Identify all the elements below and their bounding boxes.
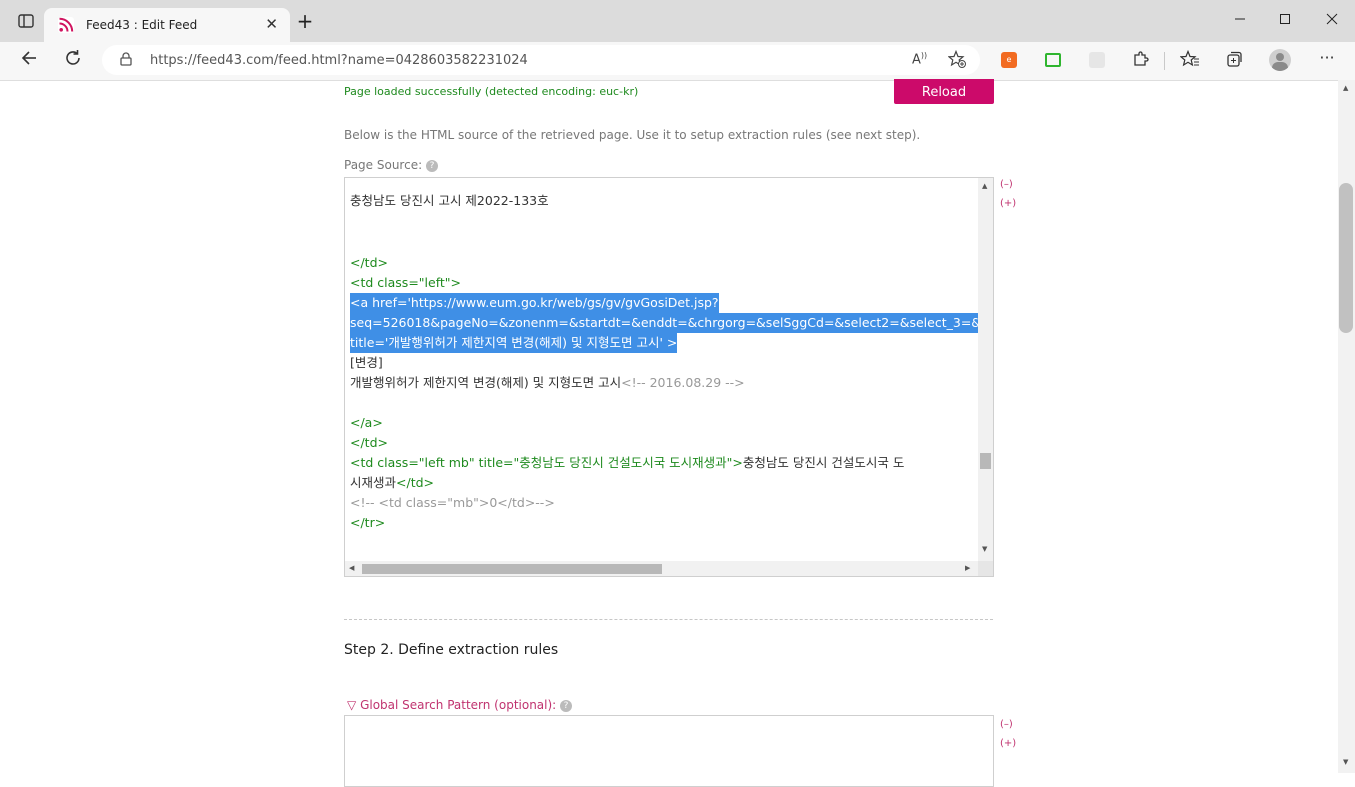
source-comment: <!-- 2016.08.29 --> bbox=[621, 375, 745, 390]
page-scroll-down-icon[interactable]: ▼ bbox=[1343, 758, 1348, 766]
source-horizontal-scrollbar[interactable]: ◀ ▶ bbox=[345, 561, 978, 576]
source-line: </tr> bbox=[350, 515, 386, 530]
source-line: <td class="left mb" title="충청남도 당진시 건설도시… bbox=[350, 453, 904, 473]
page-source-textarea[interactable]: 충청남도 당진시 고시 제2022-133호 </td> <td class="… bbox=[344, 177, 994, 577]
toolbar-separator bbox=[1164, 52, 1165, 70]
browser-tab[interactable]: Feed43 : Edit Feed ✕ bbox=[44, 8, 290, 42]
source-tag: </td> bbox=[396, 475, 435, 490]
source-line-selected: title='개발행위허가 제한지역 변경(해제) 및 지형도면 고시' > bbox=[350, 333, 678, 353]
intro-text: Below is the HTML source of the retrieve… bbox=[344, 128, 921, 142]
favorites-icon[interactable] bbox=[1179, 49, 1200, 71]
page-scrollbar-thumb[interactable] bbox=[1339, 183, 1353, 333]
status-message: Page loaded successfully (detected encod… bbox=[344, 85, 639, 98]
scroll-right-icon[interactable]: ▶ bbox=[965, 564, 970, 572]
page-scroll-up-icon[interactable]: ▲ bbox=[1343, 84, 1348, 92]
more-menu-icon[interactable]: ··· bbox=[1316, 48, 1338, 70]
source-line: 충청남도 당진시 고시 제2022-133호 bbox=[350, 193, 549, 208]
source-vertical-thumb[interactable] bbox=[980, 453, 991, 469]
source-text: 개발행위허가 제한지역 변경(해제) 및 지형도면 고시 bbox=[350, 375, 622, 390]
collapse-source-button[interactable]: (–) bbox=[1000, 179, 1013, 190]
source-line: 개발행위허가 제한지역 변경(해제) 및 지형도면 고시<!-- 2016.08… bbox=[350, 373, 745, 393]
source-text: 시재생과 bbox=[350, 475, 397, 490]
section-divider bbox=[344, 619, 993, 620]
refresh-icon[interactable] bbox=[62, 49, 84, 71]
toggle-triangle-icon[interactable]: ▽ bbox=[347, 698, 356, 712]
global-search-pattern-label[interactable]: ▽ Global Search Pattern (optional): ? bbox=[347, 698, 573, 712]
step2-title: Step 2. Define extraction rules bbox=[344, 642, 559, 658]
new-tab-icon[interactable]: + bbox=[294, 11, 316, 33]
scroll-up-icon[interactable]: ▲ bbox=[982, 182, 987, 190]
source-line: <!-- <td class="mb">0</td>--> bbox=[350, 495, 555, 510]
help-icon[interactable]: ? bbox=[425, 159, 438, 172]
source-line-selected: <a href='https://www.eum.go.kr/web/gs/gv… bbox=[350, 293, 719, 313]
extension-orange-icon[interactable]: e bbox=[1001, 52, 1017, 68]
tab-close-icon[interactable]: ✕ bbox=[265, 16, 278, 32]
url-text: https://feed43.com/feed.html?name=042860… bbox=[150, 53, 528, 68]
source-vertical-scrollbar[interactable]: ▲ ▼ bbox=[978, 178, 993, 561]
source-line: [변경] bbox=[350, 355, 383, 370]
page-source-label-text: Page Source: bbox=[344, 158, 423, 172]
rss-icon bbox=[58, 17, 74, 36]
global-search-pattern-textarea[interactable] bbox=[344, 715, 994, 787]
window-close-icon[interactable] bbox=[1320, 11, 1344, 31]
source-horizontal-thumb[interactable] bbox=[362, 564, 662, 574]
source-line: </a> bbox=[350, 415, 383, 430]
extensions-puzzle-icon[interactable] bbox=[1132, 50, 1150, 71]
source-line-selected: seq=526018&pageNo=&zonenm=&startdt=&endd… bbox=[350, 313, 982, 333]
lock-icon bbox=[120, 52, 132, 69]
minimize-icon[interactable] bbox=[1228, 11, 1252, 31]
extension-gray-icon[interactable] bbox=[1089, 52, 1105, 68]
global-search-pattern-text: Global Search Pattern (optional): bbox=[360, 698, 557, 712]
collapse-gsp-button[interactable]: (–) bbox=[1000, 719, 1013, 730]
back-icon[interactable] bbox=[18, 49, 40, 71]
scroll-down-icon[interactable]: ▼ bbox=[982, 545, 987, 553]
collections-icon[interactable] bbox=[1225, 50, 1243, 71]
maximize-icon[interactable] bbox=[1273, 11, 1297, 31]
source-line: </td> bbox=[350, 435, 388, 450]
extension-green-icon[interactable] bbox=[1045, 53, 1061, 67]
expand-gsp-button[interactable]: (+) bbox=[1000, 738, 1016, 749]
source-tag: <td class="left mb" title="충청남도 당진시 건설도시… bbox=[350, 455, 743, 470]
favorite-add-icon[interactable] bbox=[947, 49, 966, 71]
read-aloud-icon[interactable]: A)) bbox=[912, 51, 927, 67]
page-source-label: Page Source: ? bbox=[344, 158, 438, 172]
tab-title: Feed43 : Edit Feed bbox=[86, 18, 198, 32]
reload-button[interactable]: Reload bbox=[894, 79, 994, 104]
profile-avatar[interactable] bbox=[1269, 49, 1291, 71]
source-line: <td class="left"> bbox=[350, 275, 462, 290]
source-text: 충청남도 당진시 건설도시국 도 bbox=[742, 455, 905, 470]
scrollbar-corner bbox=[978, 561, 993, 576]
source-line: </td> bbox=[350, 255, 388, 270]
help-icon[interactable]: ? bbox=[560, 699, 573, 712]
source-line: 시재생과</td> bbox=[350, 473, 434, 493]
tab-actions-icon[interactable] bbox=[16, 12, 36, 32]
expand-source-button[interactable]: (+) bbox=[1000, 198, 1016, 209]
address-bar[interactable]: https://feed43.com/feed.html?name=042860… bbox=[102, 45, 980, 75]
scroll-left-icon[interactable]: ◀ bbox=[349, 564, 354, 572]
